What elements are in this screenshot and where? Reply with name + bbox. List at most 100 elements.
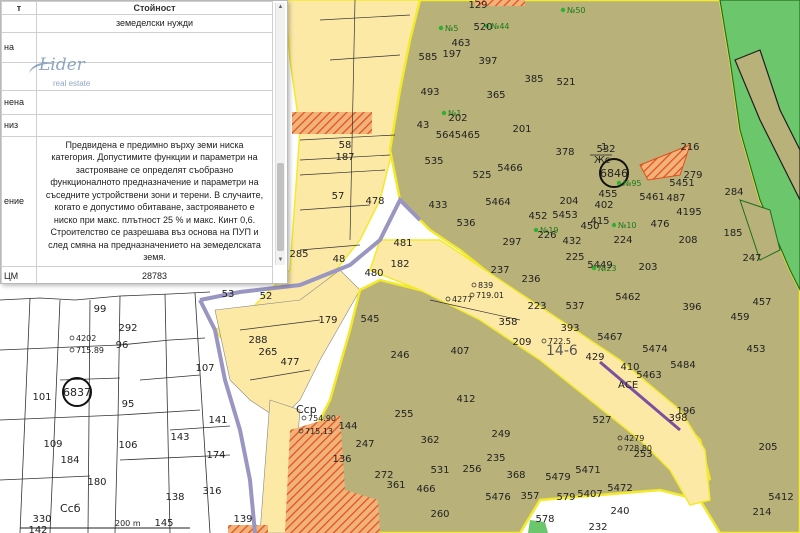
plot-number: 138 <box>165 492 184 503</box>
hatched-zone <box>292 112 372 134</box>
plot-number: 214 <box>752 507 771 518</box>
zone-value: 28783 <box>36 265 273 283</box>
elevation-label: 722.5 <box>548 337 571 346</box>
plot-number: 237 <box>490 265 509 276</box>
survey-point-marker <box>441 110 447 116</box>
plot-number: 5407 <box>577 489 602 500</box>
plot-number: 477 <box>280 357 299 368</box>
survey-point-marker <box>560 7 566 13</box>
row-land-use: земеделски нужди <box>36 14 273 33</box>
plot-number: 457 <box>752 297 771 308</box>
plot-number: 362 <box>420 435 439 446</box>
plot-number: 208 <box>678 235 697 246</box>
plot-number: 532 <box>596 144 615 155</box>
plot-number: 478 <box>365 196 384 207</box>
plot-number: 393 <box>560 323 579 334</box>
scroll-thumb[interactable] <box>277 163 284 251</box>
plot-number: 297 <box>502 237 521 248</box>
plot-number: 452 <box>528 211 547 222</box>
symbol-ssb: Сcб <box>60 502 81 515</box>
plot-number: 357 <box>520 491 539 502</box>
scroll-up-icon[interactable]: ▲ <box>276 3 285 12</box>
plot-number: 288 <box>248 335 267 346</box>
plot-number: 247 <box>355 439 374 450</box>
plot-number: 5471 <box>575 465 600 476</box>
plot-number: 216 <box>680 142 699 153</box>
plot-number: 58 <box>339 140 352 151</box>
plot-number: 410 <box>620 362 639 373</box>
plot-note: Жс <box>594 155 610 166</box>
plot-number: 4195 <box>676 207 701 218</box>
lider-logo: Lider real estate <box>27 55 109 95</box>
plot-number: 397 <box>478 56 497 67</box>
plot-number: 285 <box>289 249 308 260</box>
plot-number: 585 <box>418 52 437 63</box>
survey-point-marker <box>616 180 622 186</box>
plot-number: 5412 <box>768 492 793 503</box>
plot-number: 99 <box>94 304 107 315</box>
plot-number: 196 <box>676 406 695 417</box>
plot-number: 253 <box>633 449 652 460</box>
plot-number: 260 <box>430 509 449 520</box>
plot-number: 429 <box>585 352 604 363</box>
plot-number: 109 <box>43 439 62 450</box>
plot-number: 525 <box>472 170 491 181</box>
key-header: т <box>1 1 37 15</box>
plot-number: 240 <box>610 506 629 517</box>
plot-number: 433 <box>428 200 447 211</box>
plot-number: 537 <box>565 301 584 312</box>
plot-number: 139 <box>233 514 252 525</box>
plot-number: 143 <box>170 432 189 443</box>
plot-number: 106 <box>118 440 137 451</box>
plot-number: 536 <box>456 218 475 229</box>
plot-number: 136 <box>332 454 351 465</box>
plot-number: 184 <box>60 455 79 466</box>
plot-number: 520 <box>473 22 492 33</box>
plot-number: 284 <box>724 187 743 198</box>
row-key: низ <box>1 113 37 137</box>
elevation-label: 4277 <box>452 295 472 304</box>
plot-number: 5453 <box>552 210 577 221</box>
plot-number: 205 <box>758 442 777 453</box>
plot-number: 224 <box>613 235 632 246</box>
zone-description: Предвидена е предимно върху земи ниска к… <box>36 135 273 267</box>
plot-number: 432 <box>562 236 581 247</box>
plot-number: 246 <box>390 350 409 361</box>
plot-number: 5449 <box>587 260 612 271</box>
plot-number: 265 <box>258 347 277 358</box>
plot-number: 225 <box>565 252 584 263</box>
elevation-label: 4202 <box>76 334 96 343</box>
plot-number: 226 <box>537 230 556 241</box>
scroll-down-icon[interactable]: ▼ <box>276 256 285 265</box>
plot-number: 96 <box>116 340 129 351</box>
plot-number: 187 <box>335 152 354 163</box>
plot-number: 378 <box>555 147 574 158</box>
plot-number: 236 <box>521 274 540 285</box>
elevation-label: 839 <box>478 281 493 290</box>
plot-number: 174 <box>206 450 225 461</box>
plot-number: 402 <box>594 200 613 211</box>
plot-number: 481 <box>393 238 412 249</box>
info-panel[interactable]: т Стойност земеделски нужди на нена низ … <box>0 0 288 284</box>
plot-label-6837: 6837 <box>63 386 91 399</box>
plot-number: 235 <box>486 453 505 464</box>
plot-number: 385 <box>524 74 543 85</box>
survey-point-label: №95 <box>623 179 642 188</box>
survey-point-marker <box>438 25 444 31</box>
panel-scrollbar[interactable]: ▲ ▼ <box>275 3 285 265</box>
plot-number: 5462 <box>615 292 640 303</box>
plot-number: 476 <box>650 219 669 230</box>
plot-number: 202 <box>448 113 467 124</box>
plot-number: 52 <box>260 291 273 302</box>
plot-number: 365 <box>486 90 505 101</box>
row-key: ение <box>1 135 37 267</box>
plot-number: 232 <box>588 522 607 533</box>
plot-number: 57 <box>332 191 345 202</box>
elevation-label: 715.89 <box>76 346 104 355</box>
plot-number: 521 <box>556 77 575 88</box>
row-key: ЦМ <box>1 265 37 283</box>
plot-number: 5461 <box>639 192 664 203</box>
plot-number: 197 <box>442 49 461 60</box>
plot-number: 95 <box>122 399 135 410</box>
plot-number: 204 <box>559 196 578 207</box>
